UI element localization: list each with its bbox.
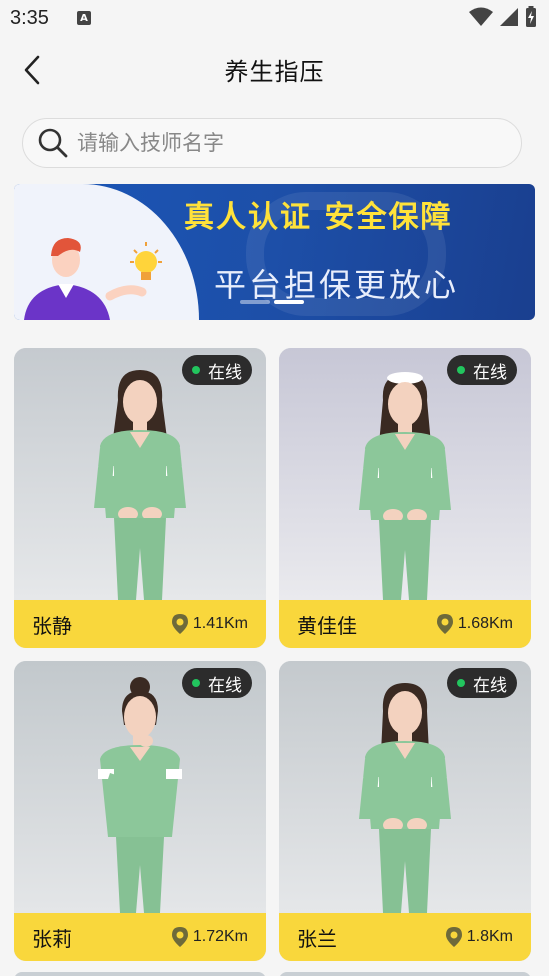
- location-pin-icon: [171, 614, 188, 634]
- distance-info: 1.68Km: [436, 613, 513, 635]
- online-status-badge: 在线: [447, 668, 517, 698]
- technician-photo: [279, 348, 531, 600]
- status-icons: [469, 6, 537, 28]
- distance-text: 1.41Km: [192, 615, 248, 632]
- search-bar[interactable]: [22, 118, 522, 168]
- location-pin-icon: [436, 614, 453, 634]
- location-pin-icon: [171, 927, 188, 947]
- online-status-badge: 在线: [182, 668, 252, 698]
- carousel-dots: [240, 300, 304, 304]
- distance-text: 1.72Km: [192, 928, 248, 945]
- online-dot-icon: [457, 679, 465, 687]
- person-illustration-icon: [24, 238, 162, 320]
- distance-text: 1.68Km: [457, 615, 513, 632]
- search-input[interactable]: [77, 131, 477, 155]
- status-text: 在线: [473, 362, 507, 383]
- card-footer: 黄佳佳 1.68Km: [279, 600, 531, 648]
- technician-name: 张兰: [297, 926, 337, 951]
- status-time: 3:35: [10, 6, 49, 29]
- technician-name: 张莉: [32, 926, 72, 951]
- page-header: 养生指压: [0, 40, 549, 100]
- online-status-badge: 在线: [447, 355, 517, 385]
- distance-text: 1.8Km: [466, 928, 513, 945]
- online-dot-icon: [192, 679, 200, 687]
- technician-card[interactable]: 在线 黄佳佳 1.68Km: [279, 348, 531, 648]
- banner-headline: 真人认证 安全保障: [184, 200, 453, 235]
- next-row-card-peek: [14, 972, 266, 976]
- cellular-signal-icon: [500, 8, 518, 26]
- carousel-dot[interactable]: [240, 300, 270, 304]
- search-icon: [38, 128, 68, 158]
- wifi-icon: [469, 7, 493, 26]
- card-footer: 张静 1.41Km: [14, 600, 266, 648]
- card-footer: 张兰 1.8Km: [279, 913, 531, 961]
- technician-name: 张静: [32, 613, 72, 638]
- next-row-card-peek: [279, 972, 531, 976]
- notification-a-icon: A: [76, 11, 91, 25]
- technician-card[interactable]: 在线 张兰 1.8Km: [279, 661, 531, 961]
- technician-card[interactable]: 在线 张静 1.41Km: [14, 348, 266, 648]
- location-pin-icon: [445, 927, 462, 947]
- distance-info: 1.41Km: [171, 613, 248, 635]
- technician-photo: [14, 348, 266, 600]
- online-dot-icon: [457, 366, 465, 374]
- online-status-badge: 在线: [182, 355, 252, 385]
- page-title: 养生指压: [224, 58, 325, 86]
- carousel-dot-active[interactable]: [274, 300, 304, 304]
- technician-name: 黄佳佳: [297, 613, 357, 638]
- online-dot-icon: [192, 366, 200, 374]
- battery-charging-icon: [526, 6, 536, 27]
- status-bar: 3:35 A: [0, 0, 549, 36]
- distance-info: 1.72Km: [171, 926, 248, 948]
- promo-banner[interactable]: 真人认证 安全保障 平台担保更放心: [14, 184, 535, 320]
- technician-photo: [279, 661, 531, 913]
- distance-info: 1.8Km: [445, 926, 513, 948]
- status-text: 在线: [208, 362, 242, 383]
- card-footer: 张莉 1.72Km: [14, 913, 266, 961]
- status-text: 在线: [473, 675, 507, 696]
- technician-photo: [14, 661, 266, 913]
- status-text: 在线: [208, 675, 242, 696]
- technician-card[interactable]: 在线 张莉 1.72Km: [14, 661, 266, 961]
